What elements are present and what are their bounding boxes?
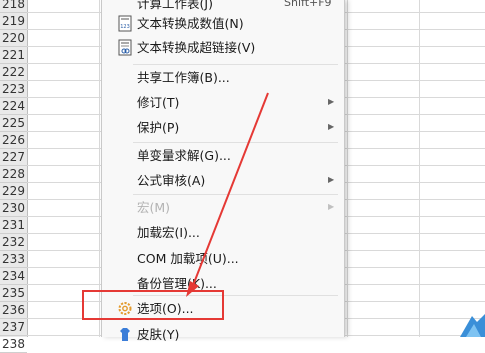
- annotation-arrow: [186, 92, 269, 297]
- site-logo-icon: [460, 314, 485, 337]
- row-number[interactable]: 238: [0, 336, 27, 353]
